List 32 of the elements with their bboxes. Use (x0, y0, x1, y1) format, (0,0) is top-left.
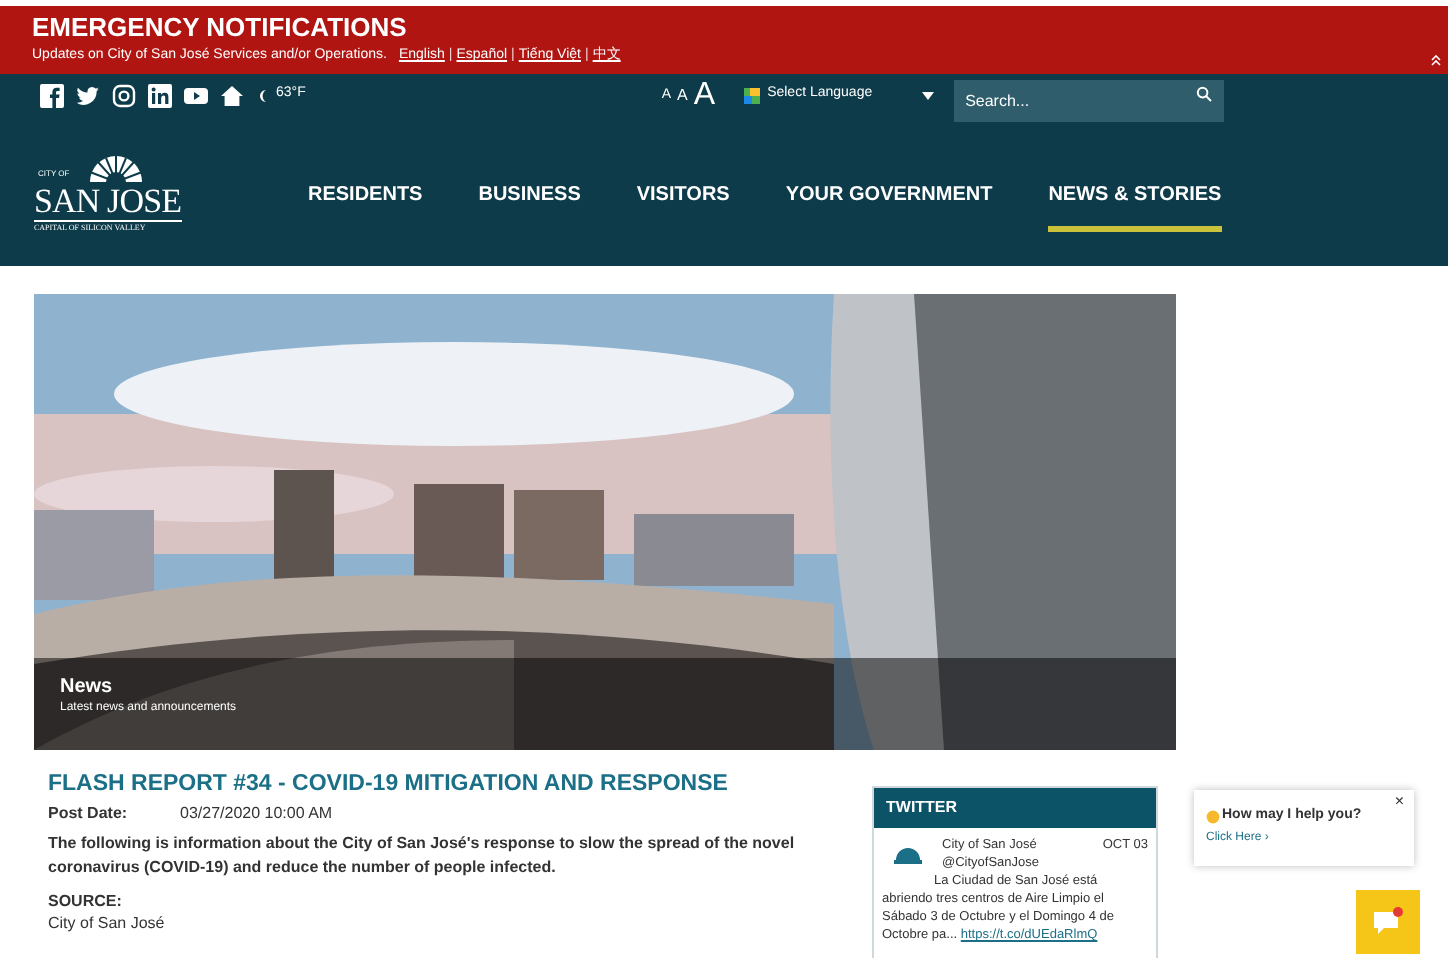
twitter-title: TWITTER (874, 788, 1156, 828)
post-date: 03/27/2020 10:00 AM (180, 802, 333, 826)
nav-link[interactable]: VISITORS (636, 164, 730, 232)
nav-link[interactable]: YOUR GOVERNMENT (785, 164, 993, 232)
bird-icon[interactable] (76, 83, 100, 107)
moon-icon (256, 87, 268, 103)
camera-icon[interactable] (112, 83, 136, 107)
search-field[interactable]: Search... (953, 80, 1224, 122)
source-text: City of San José (48, 912, 167, 934)
facebook-icon[interactable] (40, 83, 64, 107)
chat-icon (1372, 906, 1404, 938)
source-label: SOURCE: (48, 890, 124, 912)
tweet-avatar-icon (890, 844, 926, 864)
hero-title: News (60, 674, 115, 700)
article-summary: The following is information about the City of San José's response to slow the spread of the novel coronavirus (COVID-19) and reduce the number of people infected. (48, 832, 797, 880)
text-size-button[interactable]: A (693, 79, 716, 111)
emergency-title: EMERGENCY NOTIFICATIONS (32, 10, 409, 44)
video-play-icon[interactable] (184, 83, 208, 107)
nav-link[interactable]: BUSINESS (478, 164, 581, 232)
collapse-icon[interactable] (1430, 54, 1442, 66)
nav-link[interactable]: NEWS & STORIES (1048, 164, 1222, 232)
search-icon[interactable] (1195, 86, 1212, 102)
dropdown-caret-icon[interactable] (921, 91, 934, 99)
linkedin-icon[interactable] (148, 83, 172, 107)
text-size-button[interactable]: A (677, 87, 688, 103)
translate-icon (743, 87, 760, 103)
nav-link[interactable]: RESIDENTS (308, 164, 423, 232)
house-icon[interactable] (220, 83, 244, 107)
post-date-label: Post Date: (48, 802, 130, 826)
logo-name: SAN JOSE (34, 181, 182, 221)
close-button[interactable]: × (1394, 794, 1404, 810)
article-title[interactable]: FLASH REPORT #34 - COVID-19 MITIGATION AND RESPONSE (48, 770, 828, 800)
